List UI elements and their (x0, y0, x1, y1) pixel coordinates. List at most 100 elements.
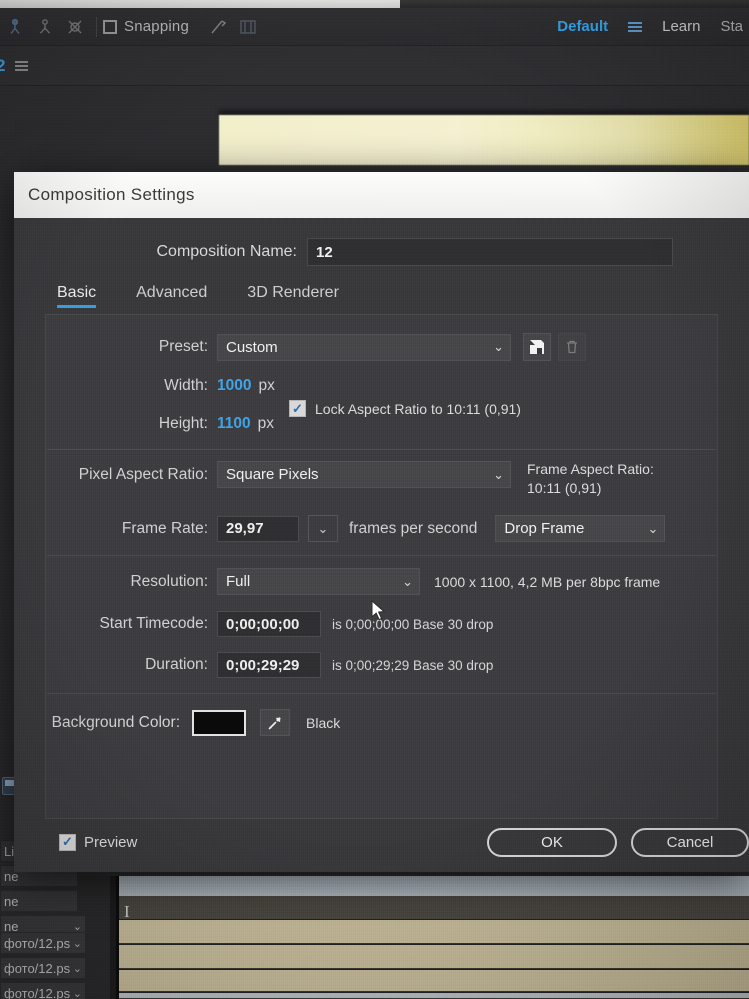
resolution-note: 1000 x 1100, 4,2 MB per 8bpc frame (434, 573, 661, 590)
frame-aspect-ratio-label: Frame Aspect Ratio: (527, 461, 654, 477)
background-color-label: Background Color: (51, 713, 180, 731)
resolution-select[interactable]: Full ⌄ (217, 568, 420, 595)
height-row: Height: 1100 px (46, 415, 719, 433)
tab-basic[interactable]: Basic (57, 284, 97, 308)
background-color-name: Black (306, 714, 341, 731)
resolution-row: Resolution: Full ⌄ 1000 x 1100, 4,2 MB p… (46, 568, 719, 595)
application-screenshot: Snapping Default Learn Sta 2 Link ne ne … (0, 0, 749, 999)
cancel-button[interactable]: Cancel (631, 827, 749, 857)
list-item[interactable]: фото/12.ps ⌄ (0, 957, 86, 979)
save-preset-button[interactable] (523, 333, 551, 361)
pixel-aspect-ratio-select[interactable]: Square Pixels ⌄ (217, 461, 511, 488)
dialog-title-bar: Composition Settings (14, 172, 749, 218)
eyedropper-icon (268, 716, 281, 729)
frame-rate-dropdown[interactable]: ⌄ (308, 515, 338, 542)
tab-3d-renderer[interactable]: 3D Renderer (247, 284, 339, 308)
frame-aspect-ratio-block: Frame Aspect Ratio: 10:11 (0,91) (527, 461, 654, 496)
frame-rate-row: Frame Rate: 29,97 ⌄ frames per second Dr… (46, 515, 719, 542)
preview-checkbox[interactable]: ✓ (59, 833, 76, 851)
background-color-row: Background Color: Black (46, 709, 719, 736)
workspace-default-label[interactable]: Default (557, 18, 608, 35)
dialog-title: Composition Settings (28, 185, 195, 204)
chevron-down-icon: ⌄ (72, 937, 82, 950)
composition-yellow-band (219, 115, 749, 165)
chevron-down-icon: ⌄ (72, 920, 82, 933)
roto-brush-icon[interactable] (203, 12, 233, 42)
height-label: Height: (158, 415, 208, 432)
composition-tab-bar: 2 (0, 46, 749, 86)
chevron-down-icon: ⌄ (493, 466, 504, 482)
dialog-buttons: OK Cancel (487, 827, 749, 857)
resolution-label: Resolution: (130, 572, 208, 590)
timeline-layer-bar[interactable] (118, 945, 749, 969)
divider (47, 693, 716, 694)
timeline-playhead[interactable] (116, 876, 119, 999)
frame-rate-input[interactable]: 29,97 (217, 515, 299, 542)
list-item[interactable]: ne (0, 890, 78, 912)
save-preset-icon (530, 340, 544, 354)
composition-name-input[interactable]: 12 (307, 238, 673, 266)
start-timecode-note: is 0;00;00;00 Base 30 drop (332, 616, 494, 632)
preview-label: Preview (84, 833, 138, 851)
list-item[interactable]: фото/12.ps ⌄ (0, 932, 86, 954)
pixel-aspect-ratio-value: Square Pixels (226, 466, 319, 483)
workspace-menu-icon[interactable] (628, 21, 643, 32)
width-label: Width: (164, 377, 208, 394)
mouse-cursor (371, 600, 386, 621)
timeline-panel[interactable]: I (110, 876, 749, 999)
divider (47, 555, 716, 556)
chevron-down-icon: ⌄ (72, 962, 82, 975)
workspace-learn-label[interactable]: Learn (662, 18, 700, 35)
footage-rows: фото/12.ps ⌄ фото/12.ps ⌄ фото/12.ps ⌄ ф… (0, 932, 92, 999)
list-item-label: фото/12.ps (4, 985, 71, 999)
preview-toggle[interactable]: ✓ Preview (59, 833, 138, 851)
mask-tool-icon[interactable] (233, 12, 263, 42)
pixel-aspect-ratio-row: Pixel Aspect Ratio: Square Pixels ⌄ Fram… (46, 461, 719, 496)
start-timecode-input[interactable]: 0;00;00;00 (217, 611, 321, 637)
pixel-aspect-ratio-label: Pixel Aspect Ratio: (78, 466, 208, 483)
panel-menu-icon[interactable] (15, 60, 29, 71)
preset-select[interactable]: Custom ⌄ (217, 333, 511, 361)
duration-input[interactable]: 0;00;29;29 (217, 652, 321, 678)
width-value[interactable]: 1000 (217, 377, 251, 395)
background-color-swatch[interactable] (192, 709, 246, 736)
resolution-value: Full (226, 573, 251, 590)
toolbar-divider (96, 16, 97, 37)
timeline-workarea (118, 896, 749, 919)
basic-settings-panel: Preset: Custom ⌄ Width: 1000 px ✓ Lock A… (45, 314, 718, 819)
dialog-tabs: Basic Advanced 3D Renderer (57, 284, 339, 308)
list-item-label: фото/12.ps (4, 960, 71, 976)
chevron-down-icon: ⌄ (493, 339, 504, 354)
app-toolbar: Snapping Default Learn Sta (0, 8, 749, 46)
frame-aspect-ratio-value: 10:11 (0,91) (527, 480, 602, 496)
puppet-pin-tool-icon[interactable] (0, 12, 30, 42)
timeline-ruler[interactable] (118, 876, 749, 896)
composition-settings-dialog: Composition Settings Composition Name: 1… (14, 172, 749, 872)
height-value[interactable]: 1100 (217, 415, 251, 433)
width-row: Width: 1000 px (46, 377, 719, 395)
composition-tab-label[interactable]: 2 (0, 56, 5, 76)
trash-icon (567, 340, 577, 354)
list-item[interactable]: фото/12.ps ⌄ (0, 982, 86, 999)
timeline-layer-bar[interactable] (118, 993, 749, 999)
puppet-starch-tool-icon[interactable] (30, 12, 60, 42)
timeline-layer-bar[interactable] (118, 920, 749, 944)
snapping-checkbox[interactable] (103, 19, 117, 34)
duration-note: is 0;00;29;29 Base 30 drop (332, 657, 494, 673)
ok-button[interactable]: OK (487, 827, 617, 857)
text-cursor-icon: I (124, 902, 130, 921)
puppet-overlap-tool-icon[interactable] (60, 12, 90, 42)
timeline-layer-bar[interactable] (118, 970, 749, 992)
preset-row: Preset: Custom ⌄ (46, 333, 719, 361)
duration-label: Duration: (145, 656, 208, 673)
drop-frame-select[interactable]: Drop Frame ⌄ (495, 515, 666, 542)
workspace-standard-label[interactable]: Sta (720, 18, 743, 35)
tab-advanced[interactable]: Advanced (136, 284, 207, 308)
eyedropper-button[interactable] (260, 709, 290, 736)
frame-rate-label: Frame Rate: (121, 519, 208, 537)
window-top-edge-right (400, 0, 749, 7)
delete-preset-button[interactable] (558, 333, 586, 361)
composition-name-label: Composition Name: (156, 243, 298, 260)
preset-label: Preset: (158, 338, 208, 355)
duration-row: Duration: 0;00;29;29 is 0;00;29;29 Base … (46, 652, 719, 678)
